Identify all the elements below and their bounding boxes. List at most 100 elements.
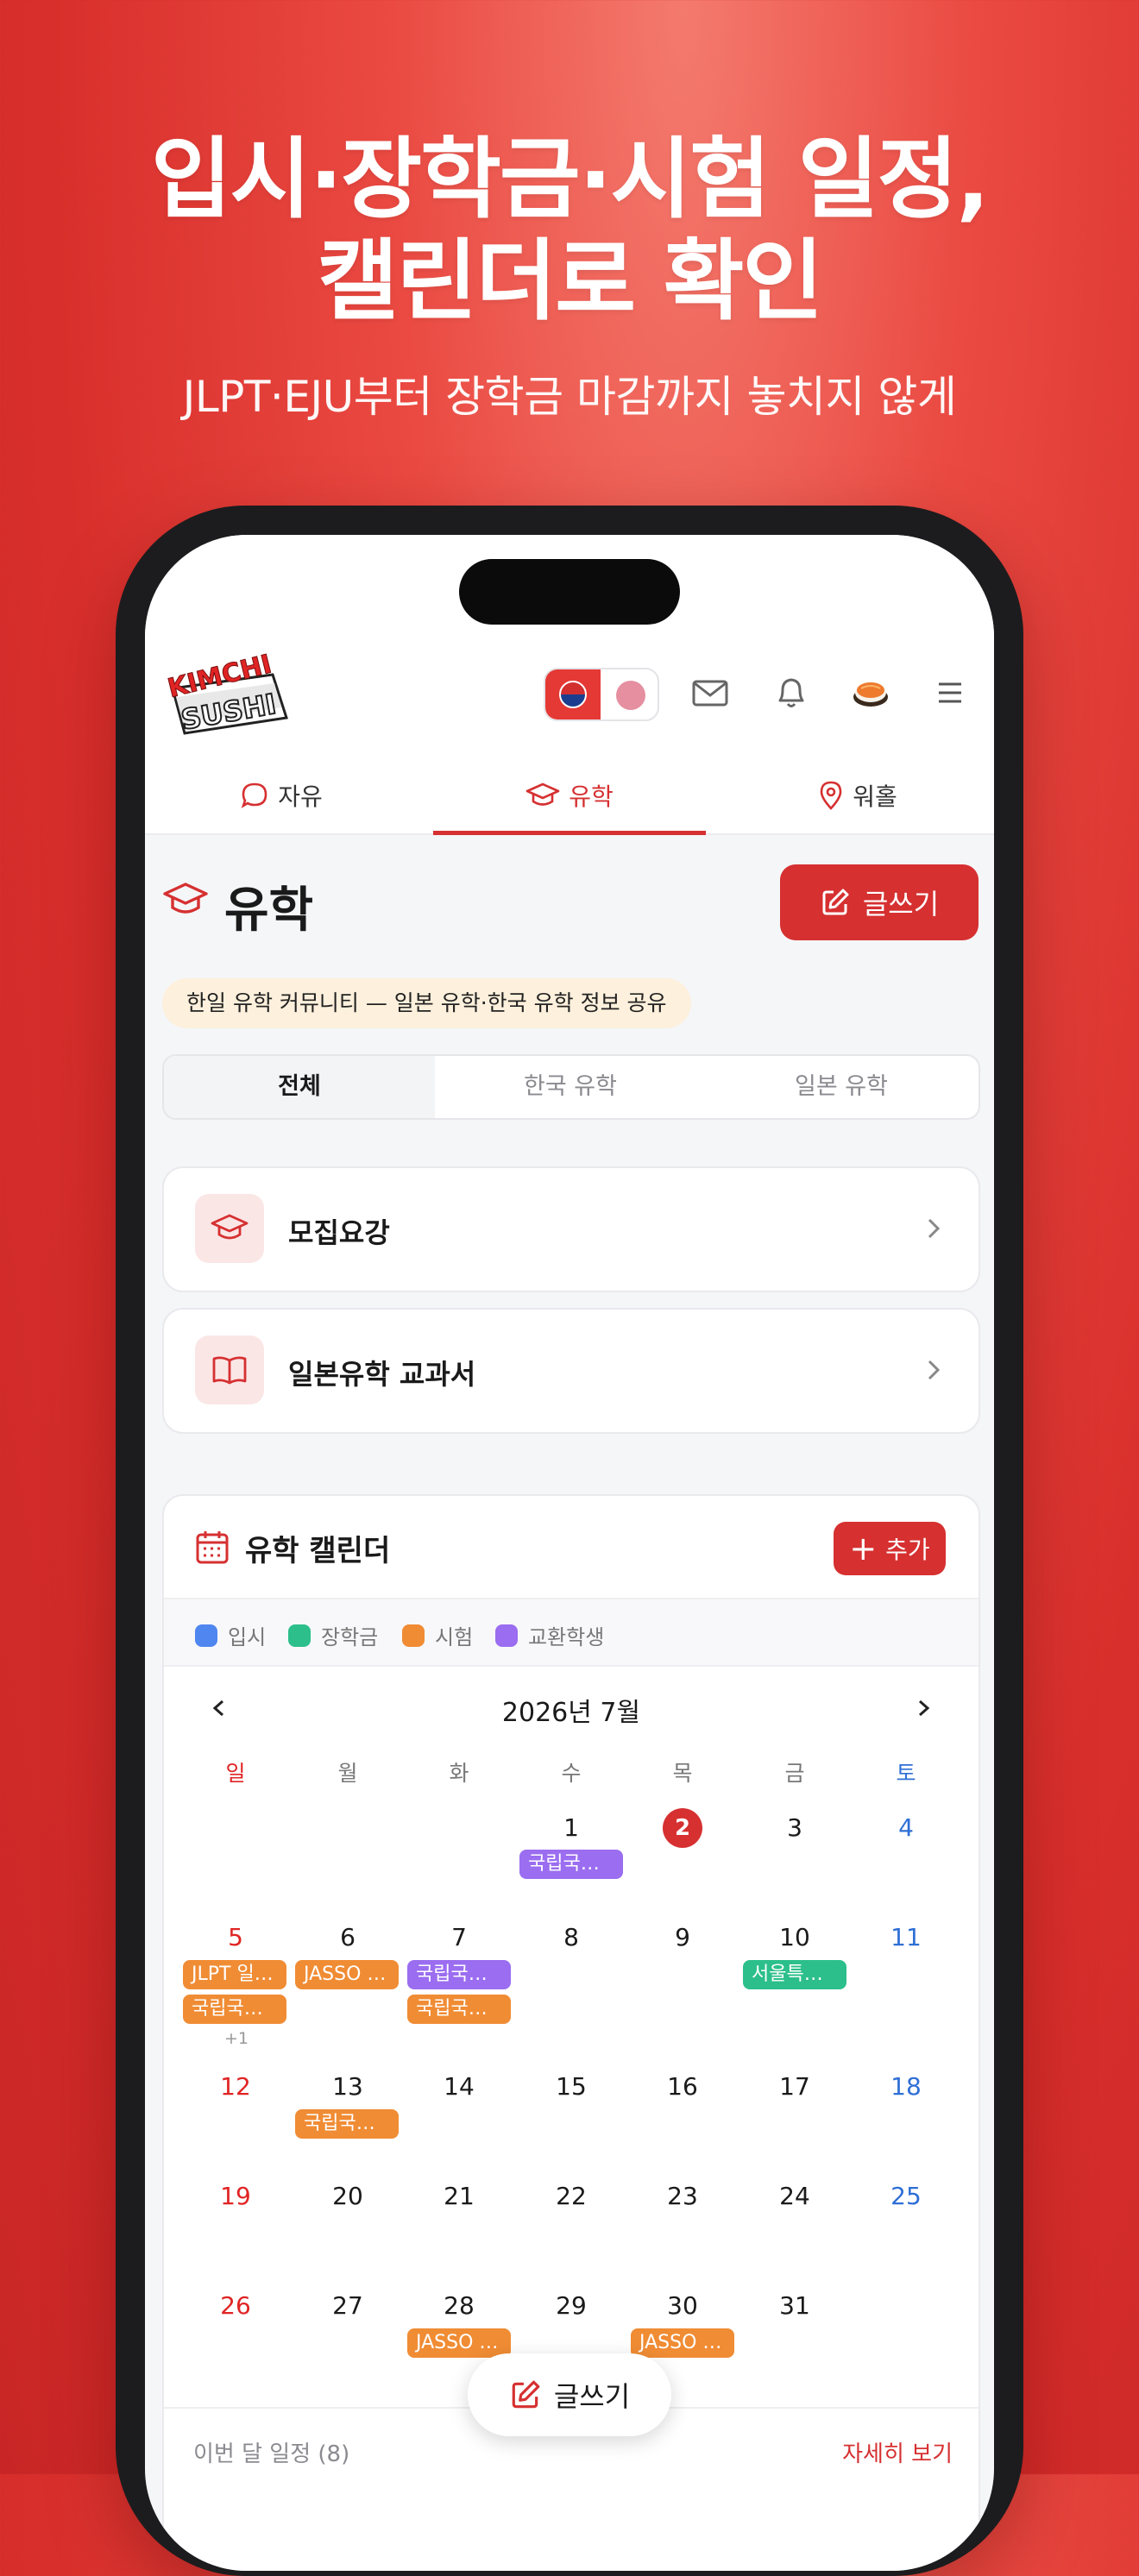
event-chip[interactable]: JASSO …	[295, 1960, 399, 1989]
day-cell[interactable]: 16	[626, 2072, 739, 2101]
day-cell[interactable]: 8	[515, 1923, 627, 1951]
day-cell[interactable]: 17	[739, 2072, 851, 2101]
day-cell[interactable]: 22	[515, 2182, 627, 2210]
day-cell[interactable]: 14	[403, 2072, 515, 2101]
mail-icon[interactable]	[689, 671, 732, 714]
event-chip[interactable]: 서울특…	[743, 1960, 846, 1989]
map-pin-icon	[820, 781, 842, 810]
tab-working-holiday-label: 워홀	[853, 782, 897, 811]
weekday-fri: 금	[784, 1761, 805, 1786]
card-admission-guide[interactable]: 모집요강	[162, 1166, 980, 1292]
legend-exchange[interactable]: 교환학생	[495, 1620, 604, 1650]
plus-icon: +	[849, 1530, 878, 1568]
legend-exam[interactable]: 시험	[402, 1620, 473, 1650]
graduation-cap-icon	[525, 782, 560, 806]
legend-label: 입시	[228, 1625, 267, 1649]
day-cell[interactable]: 27	[292, 2291, 404, 2320]
legend-label: 시험	[435, 1625, 474, 1649]
legend-dot	[195, 1624, 217, 1647]
weekday-tue: 화	[449, 1761, 469, 1786]
community-description: 한일 유학 커뮤니티 — 일본 유학·한국 유학 정보 공유	[162, 978, 691, 1028]
next-month-icon[interactable]	[911, 1691, 935, 1725]
legend-scholarship[interactable]: 장학금	[288, 1620, 378, 1650]
promo-headline-line2: 캘린더로 확인	[317, 230, 824, 333]
filter-japan[interactable]: 일본 유학	[706, 1056, 977, 1118]
day-cell[interactable]: 30	[626, 2291, 739, 2320]
category-tabs: 자유 유학 워홀	[145, 757, 994, 835]
month-summary: 이번 달 일정 (8) 자세히 보기	[193, 2436, 953, 2468]
card-label: 모집요강	[288, 1216, 390, 1249]
day-cell[interactable]: 15	[515, 2072, 627, 2101]
day-cell[interactable]: 5	[179, 1923, 292, 1951]
day-cell[interactable]: 9	[626, 1923, 739, 1951]
flag-kr-icon[interactable]	[545, 669, 601, 719]
day-cell[interactable]: 26	[179, 2291, 292, 2320]
floating-write-button[interactable]: 글쓰기	[468, 2353, 671, 2436]
day-cell[interactable]: 12	[179, 2072, 292, 2101]
write-button[interactable]: 글쓰기	[780, 864, 979, 940]
day-cell[interactable]: 29	[515, 2291, 627, 2320]
language-switch[interactable]	[544, 668, 659, 721]
tab-working-holiday[interactable]: 워홀	[721, 757, 994, 833]
day-cell[interactable]: 4	[850, 1813, 962, 1842]
graduation-cap-icon	[211, 1214, 249, 1240]
day-cell[interactable]: 7	[403, 1923, 515, 1951]
day-cell[interactable]: 3	[739, 1813, 851, 1842]
event-chip[interactable]: 국립국…	[407, 1995, 511, 2024]
page-header: 유학 글쓰기	[162, 864, 979, 942]
event-chip[interactable]: JASSO …	[407, 2328, 511, 2358]
sushi-avatar-icon[interactable]	[849, 671, 892, 714]
tab-study-abroad-label: 유학	[569, 782, 614, 811]
calendar-header: 유학 캘린더 + 추가	[164, 1496, 979, 1599]
edit-icon	[822, 889, 849, 915]
filter-all[interactable]: 전체	[164, 1056, 435, 1118]
dynamic-island	[459, 559, 680, 625]
calendar-icon	[196, 1531, 229, 1564]
legend-dot	[402, 1624, 425, 1647]
day-cell[interactable]: 6	[292, 1923, 404, 1951]
day-cell[interactable]: 23	[626, 2182, 739, 2210]
day-cell[interactable]: 13	[292, 2072, 404, 2101]
kimchi-sushi-logo[interactable]: KIMCHI SUSHI	[160, 645, 299, 738]
weekday-mon: 월	[337, 1761, 358, 1786]
weekday-sat: 토	[896, 1761, 916, 1786]
card-japan-study-textbook[interactable]: 일본유학 교과서	[162, 1308, 980, 1434]
write-button-label: 글쓰기	[862, 888, 940, 920]
weekday-thu: 목	[672, 1761, 693, 1786]
day-cell[interactable]: 20	[292, 2182, 404, 2210]
edit-icon	[512, 2380, 540, 2409]
day-cell[interactable]: 1	[515, 1813, 627, 1842]
menu-icon[interactable]	[928, 671, 972, 714]
tab-free[interactable]: 자유	[145, 757, 418, 833]
add-event-label: 추가	[885, 1536, 930, 1564]
day-cell[interactable]: 24	[739, 2182, 851, 2210]
calendar-title: 유학 캘린더	[245, 1534, 391, 1568]
event-chip[interactable]: JASSO …	[631, 2328, 734, 2358]
event-chip[interactable]: 국립국…	[295, 2109, 399, 2139]
day-cell-today[interactable]: 2	[626, 1808, 739, 1848]
promo-headline-line1: 입시·장학금·시험 일정,	[150, 129, 990, 231]
filter-korea[interactable]: 한국 유학	[435, 1056, 706, 1118]
day-cell[interactable]: 25	[850, 2182, 962, 2210]
bell-icon[interactable]	[770, 671, 813, 714]
calendar-legend: 입시 장학금 시험 교환학생	[164, 1599, 979, 1667]
day-cell[interactable]: 19	[179, 2182, 292, 2210]
day-cell[interactable]: 31	[739, 2291, 851, 2320]
event-chip[interactable]: 국립국…	[183, 1995, 286, 2024]
event-chip[interactable]: 국립국…	[407, 1960, 511, 1989]
add-event-button[interactable]: + 추가	[834, 1522, 946, 1575]
day-cell[interactable]: 18	[850, 2072, 962, 2101]
floating-write-label: 글쓰기	[553, 2380, 631, 2413]
day-cell[interactable]: 11	[850, 1923, 962, 1951]
day-cell[interactable]: 10	[739, 1923, 851, 1951]
more-events-count[interactable]: +1	[224, 2029, 249, 2048]
month-event-count: 이번 달 일정 (8)	[193, 2441, 350, 2467]
event-chip[interactable]: JLPT 일…	[183, 1960, 286, 1989]
legend-admission[interactable]: 입시	[195, 1620, 266, 1650]
tab-study-abroad[interactable]: 유학	[433, 757, 706, 835]
day-cell[interactable]: 21	[403, 2182, 515, 2210]
event-chip[interactable]: 국립국…	[519, 1850, 623, 1879]
day-cell[interactable]: 28	[403, 2291, 515, 2320]
view-details-link[interactable]: 자세히 보기	[842, 2436, 953, 2468]
promo-headline: 입시·장학금·시험 일정, 캘린더로 확인	[0, 129, 1139, 333]
